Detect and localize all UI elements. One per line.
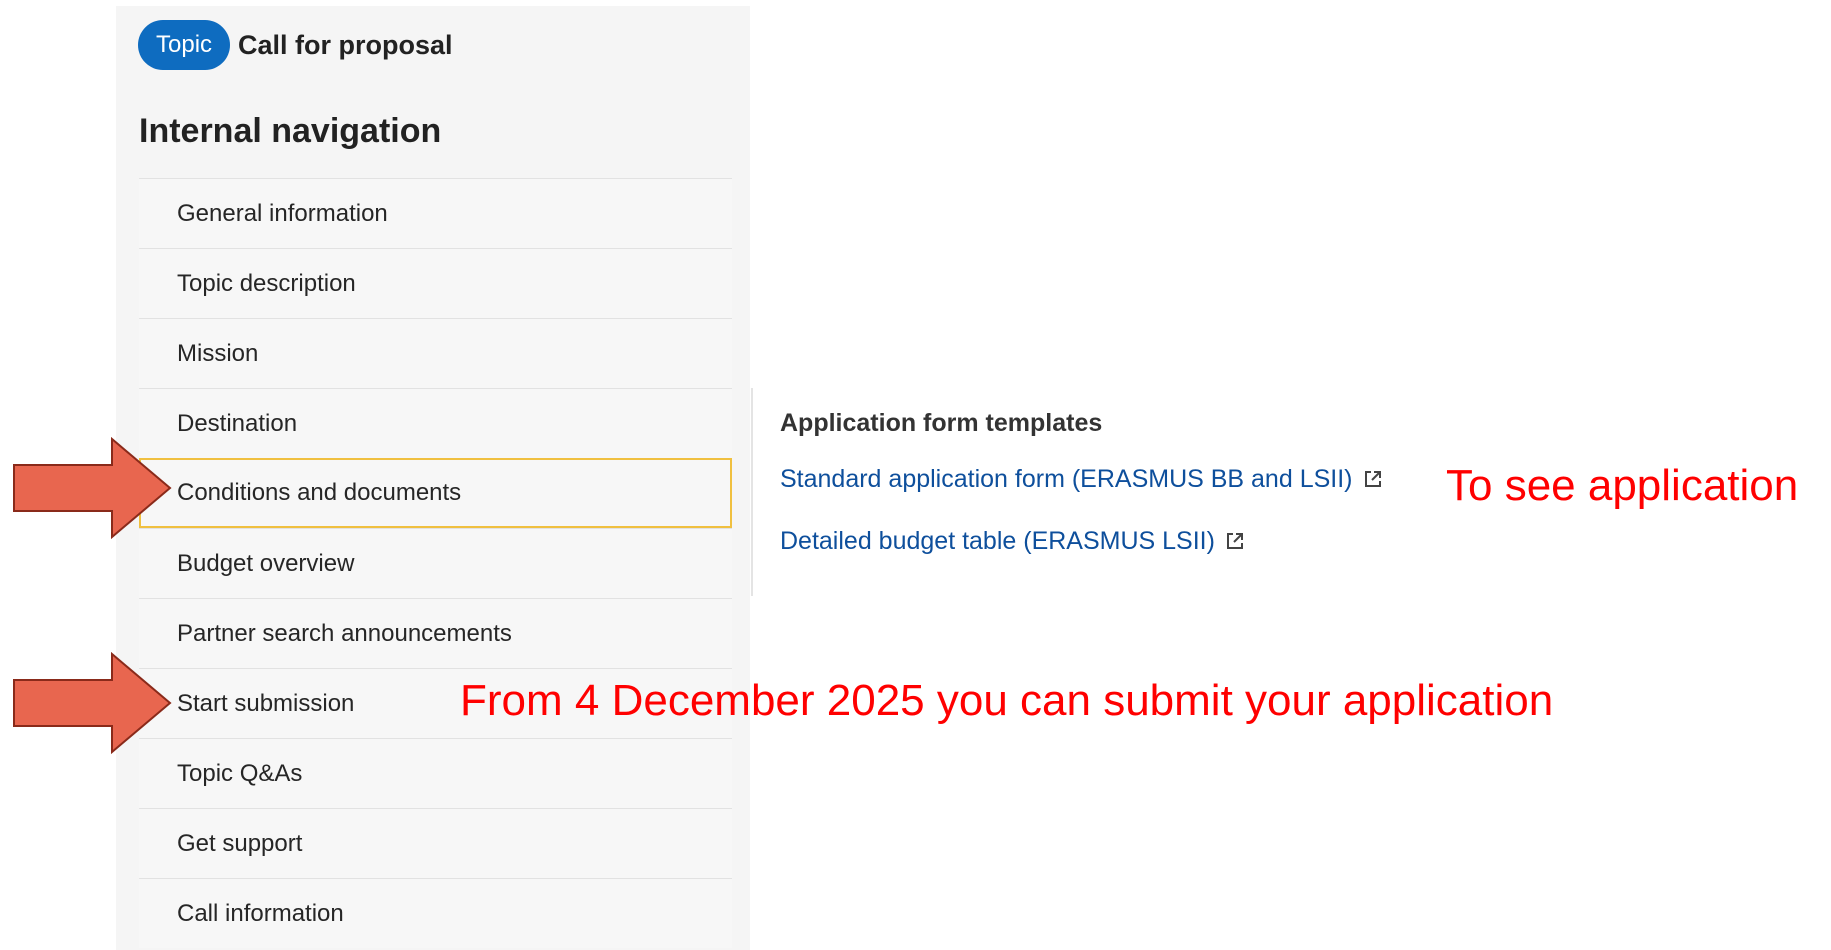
nav-item-label: Topic Q&As	[177, 760, 303, 787]
internal-navigation-list: General information Topic description Mi…	[139, 178, 732, 948]
nav-item-get-support[interactable]: Get support	[139, 808, 732, 878]
detailed-budget-table-link[interactable]: Detailed budget table (ERASMUS LSII)	[780, 526, 1383, 556]
call-type-label: Call for proposal	[238, 29, 453, 60]
nav-item-mission[interactable]: Mission	[139, 318, 732, 388]
screenshot-stage: Topic Call for proposal Internal navigat…	[0, 0, 1831, 950]
topic-badge: Topic	[138, 20, 231, 70]
nav-item-call-information[interactable]: Call information	[139, 878, 732, 948]
link-label: Detailed budget table (ERASMUS LSII)	[780, 527, 1215, 555]
nav-item-topic-qas[interactable]: Topic Q&As	[139, 738, 732, 808]
nav-item-label: Topic description	[177, 270, 356, 297]
submission-annotation: From 4 December 2025 you can submit your…	[460, 676, 1554, 725]
nav-item-destination[interactable]: Destination	[139, 388, 732, 458]
topic-tags: Topic Call for proposal	[138, 20, 453, 70]
application-form-templates-heading: Application form templates	[780, 409, 1103, 437]
nav-item-label: Mission	[177, 340, 259, 367]
external-link-icon	[1226, 533, 1243, 549]
link-label: Standard application form (ERASMUS BB an…	[780, 465, 1353, 493]
application-annotation: To see application	[1446, 461, 1799, 510]
nav-item-budget-overview[interactable]: Budget overview	[139, 528, 732, 598]
nav-item-label: Budget overview	[177, 550, 355, 577]
internal-navigation-heading: Internal navigation	[139, 112, 442, 150]
external-link-icon	[1364, 471, 1381, 487]
nav-item-label: General information	[177, 200, 388, 227]
arrow-right-icon	[13, 437, 172, 539]
standard-application-form-link[interactable]: Standard application form (ERASMUS BB an…	[780, 464, 1383, 494]
nav-item-label: Get support	[177, 830, 303, 857]
nav-item-partner-search-announcements[interactable]: Partner search announcements	[139, 598, 732, 668]
arrow-right-icon	[13, 652, 172, 754]
nav-item-label: Call information	[177, 900, 344, 927]
nav-item-label: Destination	[177, 410, 298, 437]
nav-item-conditions-and-documents[interactable]: Conditions and documents	[139, 458, 732, 528]
conditions-content: Application form templates Standard appl…	[780, 408, 1383, 588]
nav-item-label: Partner search announcements	[177, 620, 512, 647]
sidebar-panel: Topic Call for proposal Internal navigat…	[116, 6, 750, 950]
content-divider	[751, 388, 753, 596]
nav-item-general-information[interactable]: General information	[139, 178, 732, 248]
nav-item-label: Start submission	[177, 690, 355, 717]
nav-item-topic-description[interactable]: Topic description	[139, 248, 732, 318]
nav-item-label: Conditions and documents	[177, 479, 462, 506]
